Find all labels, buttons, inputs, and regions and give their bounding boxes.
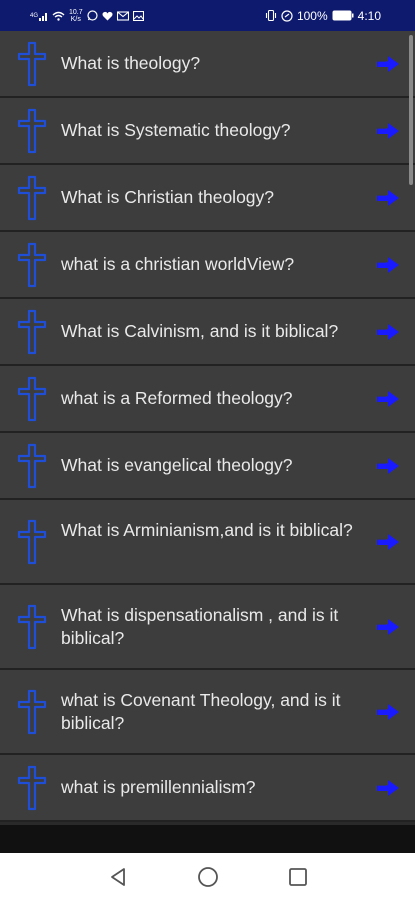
question-item[interactable]: What is Systematic theology? — [0, 98, 415, 165]
question-item[interactable]: What is dispensationalism , and is it bi… — [0, 585, 415, 670]
back-button[interactable] — [106, 865, 130, 889]
network-speed: 10.7 K/s — [69, 8, 83, 23]
question-label: What is Systematic theology? — [61, 120, 291, 140]
battery-percent: 100% — [296, 8, 328, 23]
question-item[interactable]: What is Arminianism,and is it biblical? — [0, 500, 415, 585]
question-item[interactable]: What is evangelical theology? — [0, 433, 415, 500]
question-item[interactable]: What is Calvinism, and is it biblical? — [0, 299, 415, 366]
cross-icon — [17, 604, 47, 649]
svg-text:4G: 4G — [30, 13, 38, 19]
home-icon — [197, 866, 218, 887]
battery-icon — [332, 10, 354, 21]
question-label: What is theology? — [61, 53, 201, 73]
back-icon — [110, 867, 125, 886]
question-list[interactable]: What is theology? What is Systematic theo… — [0, 31, 415, 825]
question-item[interactable]: what is premillennialism? — [0, 755, 415, 822]
recents-icon — [288, 867, 307, 886]
bottom-strip — [0, 825, 415, 853]
question-label: what is a Reformed theology? — [61, 388, 293, 408]
cross-icon — [17, 108, 47, 153]
cross-icon — [17, 242, 47, 287]
scrollbar[interactable] — [409, 35, 413, 185]
question-label: What is evangelical theology? — [61, 455, 293, 475]
cross-icon — [17, 309, 47, 354]
arrow-right-icon[interactable] — [375, 54, 401, 74]
arrow-right-icon[interactable] — [375, 532, 401, 552]
photo-icon — [132, 10, 144, 21]
cross-icon — [17, 443, 47, 488]
arrow-right-icon[interactable] — [375, 121, 401, 141]
whatsapp-icon — [87, 10, 98, 21]
home-button[interactable] — [196, 865, 220, 889]
question-label: What is Calvinism, and is it biblical? — [61, 321, 339, 341]
arrow-right-icon[interactable] — [375, 389, 401, 409]
email-icon — [116, 10, 129, 21]
question-label: what is premillennialism? — [61, 777, 256, 797]
arrow-right-icon[interactable] — [375, 255, 401, 275]
wifi-icon — [52, 11, 65, 21]
arrow-right-icon[interactable] — [375, 702, 401, 722]
cross-icon — [17, 519, 47, 564]
question-label: what is a christian worldView? — [61, 254, 295, 274]
arrow-right-icon[interactable] — [375, 456, 401, 476]
question-item[interactable]: What is theology? — [0, 31, 415, 98]
cross-icon — [17, 376, 47, 421]
cross-icon — [17, 175, 47, 220]
arrow-right-icon[interactable] — [375, 617, 401, 637]
data-saver-icon — [281, 9, 293, 22]
question-label: What is Christian theology? — [61, 187, 275, 207]
signal-icon: 4G — [30, 12, 47, 21]
status-right: 100% 4:10 — [265, 9, 381, 23]
question-label: what is Covenant Theology, and is it bib… — [61, 689, 341, 733]
vibrate-icon — [265, 10, 276, 21]
status-left: 4G 10.7 K/s — [30, 9, 144, 23]
system-nav-bar — [0, 853, 415, 900]
question-label: What is dispensationalism , and is it bi… — [61, 604, 339, 648]
cross-icon — [17, 41, 47, 86]
arrow-right-icon[interactable] — [375, 188, 401, 208]
question-item[interactable]: what is Covenant Theology, and is it bib… — [0, 670, 415, 755]
status-bar: 4G 10.7 K/s 100% 4:10 — [0, 0, 415, 31]
question-item[interactable]: what is a christian worldView? — [0, 232, 415, 299]
cross-icon — [17, 765, 47, 810]
clock: 4:10 — [357, 8, 381, 23]
arrow-right-icon[interactable] — [375, 322, 401, 342]
cross-icon — [17, 689, 47, 734]
question-item[interactable]: what is a Reformed theology? — [0, 366, 415, 433]
heart-icon — [102, 11, 113, 20]
question-label: What is Arminianism,and is it biblical? — [61, 519, 353, 540]
arrow-right-icon[interactable] — [375, 778, 401, 798]
recents-button[interactable] — [286, 865, 310, 889]
question-item[interactable]: What is Christian theology? — [0, 165, 415, 232]
